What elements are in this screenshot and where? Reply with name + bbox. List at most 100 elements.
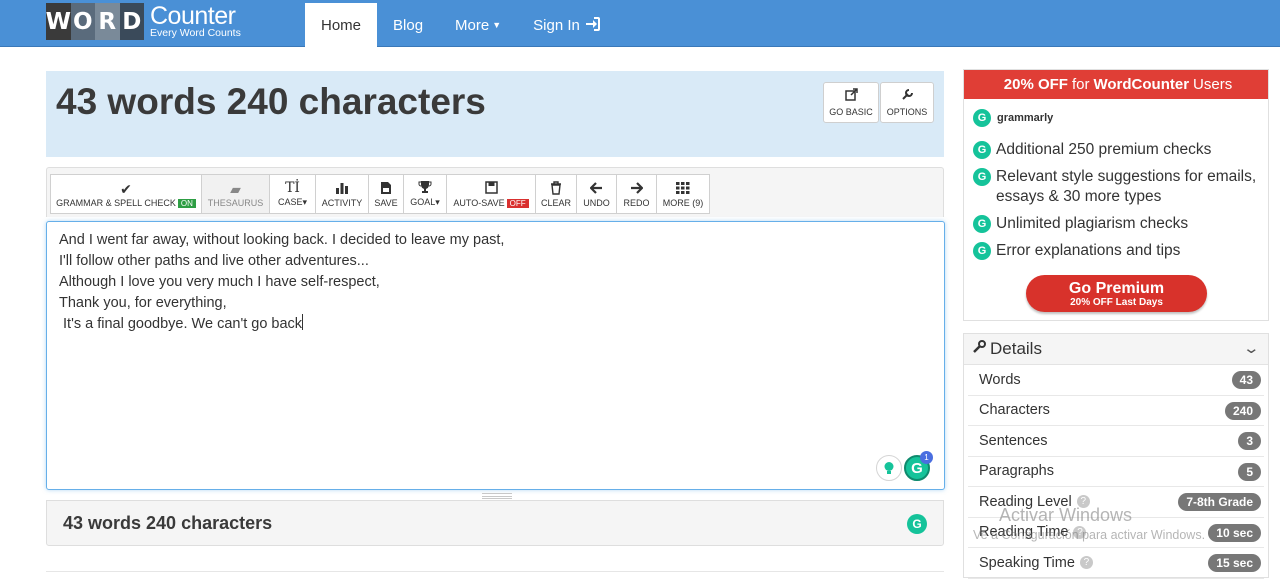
detail-row-words[interactable]: Words 43 <box>968 365 1264 396</box>
detail-value-badge: 7-8th Grade <box>1178 493 1261 511</box>
go-premium-label: Go Premium <box>1068 279 1165 297</box>
wordcounter-logo[interactable]: W O R D Counter Every Word Counts <box>46 3 241 40</box>
promo-feature: G Relevant style suggestions for emails, … <box>973 167 1263 207</box>
caret-down-icon: ▾ <box>302 197 308 207</box>
help-icon[interactable]: ? <box>1073 525 1087 539</box>
logo-letter-d: D <box>119 3 144 40</box>
wrench-icon <box>972 340 986 358</box>
external-link-icon <box>844 88 858 104</box>
go-premium-button[interactable]: Go Premium 20% OFF Last Days <box>1026 275 1207 312</box>
nav-blog[interactable]: Blog <box>377 3 439 47</box>
detail-value-badge: 3 <box>1238 432 1261 450</box>
more-tools-button[interactable]: MORE (9) <box>656 174 710 214</box>
detail-label: Paragraphs <box>979 463 1054 480</box>
goal-button[interactable]: GOAL▾ <box>403 174 447 214</box>
detail-row-paragraphs[interactable]: Paragraphs 5 <box>968 457 1264 487</box>
grammarly-alert-badge: 1 <box>920 451 933 464</box>
auto-save-label-row: AUTO-SAVE OFF <box>453 198 529 208</box>
editor-line-5: It's a final goodbye. We can't go back <box>59 316 303 332</box>
text-case-icon: Tİ <box>285 180 300 196</box>
detail-label: Reading Level <box>979 493 1072 510</box>
logo-subtitle: Every Word Counts <box>150 27 241 40</box>
grammarly-brand-text: grammarly <box>997 112 1054 124</box>
redo-label: REDO <box>623 197 650 208</box>
arrow-left-icon <box>589 181 603 198</box>
clear-label: CLEAR <box>541 197 572 208</box>
undo-button[interactable]: UNDO <box>576 174 617 214</box>
floppy-disk-icon <box>484 180 498 198</box>
detail-value-badge: 5 <box>1238 462 1261 481</box>
nav-blog-label: Blog <box>393 16 424 34</box>
clear-button[interactable]: CLEAR <box>535 174 577 214</box>
footer-count-title: 43 words 240 characters <box>63 513 273 533</box>
detail-row-sentences[interactable]: Sentences 3 <box>968 426 1264 457</box>
go-basic-button[interactable]: GO BASIC <box>823 82 879 123</box>
save-file-icon <box>380 181 392 198</box>
case-button[interactable]: Tİ CASE▾ <box>269 174 316 214</box>
resize-handle[interactable] <box>482 493 512 499</box>
nav-sign-in-label: Sign In <box>533 16 580 34</box>
lightbulb-icon[interactable] <box>876 455 902 481</box>
editor-line-2: I'll follow other paths and live other a… <box>59 253 369 269</box>
caret-down-icon: ▾ <box>435 197 440 207</box>
grammarly-bullet-icon: G <box>973 242 991 260</box>
logo-letters: W O R D <box>46 3 144 40</box>
editor-content[interactable]: And I went far away, without looking bac… <box>59 230 919 335</box>
promo-feature-text: Relevant style suggestions for emails, e… <box>996 168 1257 205</box>
promo-users: Users <box>1193 76 1233 93</box>
go-premium-sublabel: 20% OFF Last Days <box>1070 296 1163 308</box>
go-basic-label: GO BASIC <box>829 107 873 117</box>
detail-row-characters[interactable]: Characters 240 <box>968 396 1264 426</box>
sign-in-icon <box>585 16 600 34</box>
auto-save-button[interactable]: AUTO-SAVE OFF <box>446 174 536 214</box>
toolbar-button-group: ✔ GRAMMAR & SPELL CHECK ON ▰ THESAURUS Tİ… <box>50 174 710 214</box>
promo-discount: 20% OFF <box>1003 76 1068 93</box>
nav-home[interactable]: Home <box>305 3 378 47</box>
thesaurus-label: THESAURUS <box>207 197 264 208</box>
detail-value-badge: 43 <box>1231 371 1261 389</box>
goal-label-row: GOAL▾ <box>410 197 440 208</box>
promo-header: 20% OFF for WordCounter Users <box>964 70 1268 99</box>
nav-sign-in[interactable]: Sign In <box>517 3 616 47</box>
redo-button[interactable]: REDO <box>616 174 657 214</box>
help-icon[interactable]: ? <box>1079 556 1093 570</box>
logo-letter-w: W <box>46 3 71 40</box>
help-icon[interactable]: ? <box>1076 495 1090 509</box>
promo-feature-list: G Additional 250 premium checks G Relevant… <box>973 140 1263 268</box>
grammarly-icon[interactable]: G <box>907 514 927 534</box>
detail-label: Sentences <box>979 432 1048 449</box>
promo-feature: G Additional 250 premium checks <box>973 140 1263 160</box>
page-title: 43 words 240 characters <box>56 81 486 122</box>
detail-label: Reading Time <box>979 524 1069 541</box>
count-footer: 43 words 240 characters G <box>46 500 944 546</box>
grammarly-logo: G grammarly <box>973 109 1053 127</box>
arrow-right-icon <box>630 181 644 198</box>
options-label: OPTIONS <box>886 107 928 117</box>
promo-feature: G Error explanations and tips <box>973 241 1263 261</box>
text-editor[interactable]: And I went far away, without looking bac… <box>46 221 945 499</box>
nav-home-label: Home <box>321 16 362 34</box>
promo-feature: G Unlimited plagiarism checks <box>973 214 1263 234</box>
details-header[interactable]: Details ⌄ <box>964 334 1268 365</box>
detail-value-badge: 15 sec <box>1208 554 1261 572</box>
promo-for: for <box>1071 76 1090 93</box>
text-cursor <box>302 314 304 330</box>
logo-letter-o: O <box>70 3 95 40</box>
detail-row-reading-time[interactable]: Reading Time? 10 sec <box>968 518 1264 548</box>
grammar-spell-check-button[interactable]: ✔ GRAMMAR & SPELL CHECK ON <box>50 174 202 214</box>
nav-more-label: More <box>455 16 490 34</box>
save-button[interactable]: SAVE <box>368 174 404 214</box>
editor-line-1: And I went far away, without looking bac… <box>59 232 505 248</box>
chevron-down-icon[interactable]: ⌄ <box>1243 339 1261 357</box>
activity-button[interactable]: ACTIVITY <box>315 174 369 214</box>
grammarly-bullet-icon: G <box>973 168 991 186</box>
thesaurus-button[interactable]: ▰ THESAURUS <box>201 174 270 214</box>
promo-feature-text: Error explanations and tips <box>996 242 1181 259</box>
activity-label: ACTIVITY <box>321 197 363 208</box>
goal-label: GOAL <box>410 197 436 207</box>
nav-more-dropdown[interactable]: More ▼ <box>439 3 517 47</box>
detail-row-reading-level[interactable]: Reading Level? 7-8th Grade <box>968 487 1264 518</box>
grammarly-bullet-icon: G <box>973 141 991 159</box>
options-button[interactable]: OPTIONS <box>880 82 934 123</box>
count-header-panel: 43 words 240 characters GO BASIC OPTIONS <box>46 71 944 157</box>
